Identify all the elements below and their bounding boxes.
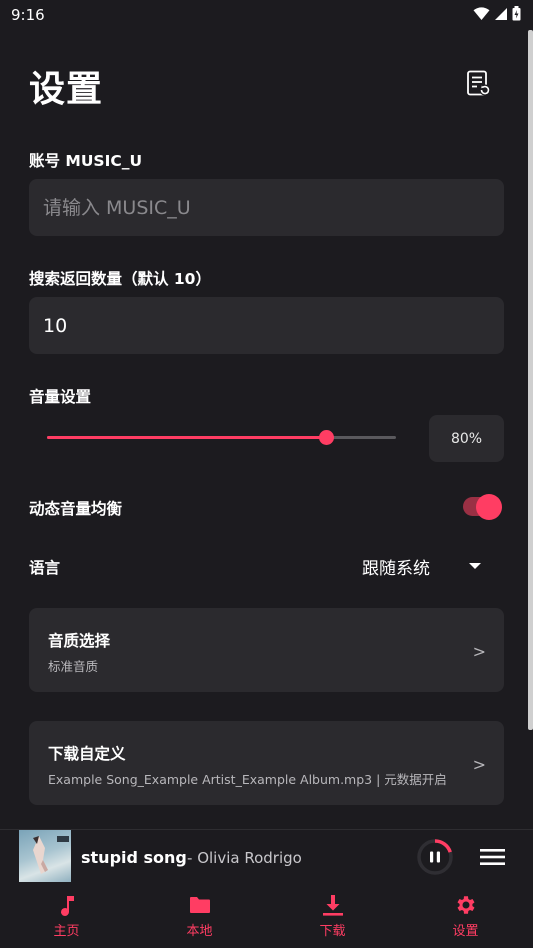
loudness-label: 动态音量均衡 bbox=[29, 500, 123, 518]
quality-card-title: 音质选择 bbox=[48, 632, 111, 650]
download-icon bbox=[322, 895, 343, 916]
scrollbar[interactable] bbox=[528, 30, 533, 730]
nav-label-settings: 设置 bbox=[452, 924, 479, 939]
download-card-title: 下载自定义 bbox=[48, 745, 126, 763]
nav-item-local[interactable]: 本地 bbox=[133, 885, 266, 948]
volume-slider[interactable] bbox=[47, 430, 396, 445]
bottom-nav: 主页 本地 下载 设置 bbox=[0, 885, 533, 948]
wifi-icon bbox=[473, 6, 490, 20]
nav-item-settings[interactable]: 设置 bbox=[399, 885, 532, 948]
nav-label-local: 本地 bbox=[186, 924, 213, 939]
volume-value: 80% bbox=[429, 415, 504, 462]
pause-icon[interactable] bbox=[416, 838, 454, 876]
language-label: 语言 bbox=[29, 559, 61, 577]
nav-label-download: 下载 bbox=[319, 924, 346, 939]
artist-name: Olivia Rodrigo bbox=[197, 849, 302, 867]
gear-icon bbox=[457, 896, 474, 914]
loudness-toggle-thumb[interactable] bbox=[476, 494, 502, 520]
album-art[interactable] bbox=[19, 830, 71, 882]
music-note-icon bbox=[60, 896, 74, 916]
nav-item-home[interactable]: 主页 bbox=[0, 885, 133, 948]
download-card[interactable]: 下载自定义 Example Song_Example Artist_Exampl… bbox=[29, 721, 504, 805]
document-refresh-icon[interactable] bbox=[466, 70, 492, 98]
nav-item-download[interactable]: 下载 bbox=[266, 885, 399, 948]
search-count-input[interactable] bbox=[29, 297, 504, 354]
playlist-queue-icon[interactable] bbox=[480, 847, 505, 867]
volume-slider-fill bbox=[47, 436, 327, 439]
song-title: stupid song bbox=[81, 848, 187, 867]
battery-icon bbox=[512, 6, 521, 21]
song-artist: - Olivia Rodrigo bbox=[187, 849, 302, 867]
download-card-subtitle: Example Song_Example Artist_Example Albu… bbox=[48, 772, 447, 787]
status-icons bbox=[473, 6, 521, 21]
music-u-input[interactable] bbox=[29, 179, 504, 236]
folder-icon bbox=[189, 897, 210, 913]
status-bar: 9:16 bbox=[0, 0, 533, 30]
account-label: 账号 MUSIC_U bbox=[29, 152, 143, 170]
chevron-down-icon[interactable] bbox=[469, 563, 481, 569]
signal-icon bbox=[495, 7, 507, 20]
volume-slider-thumb[interactable] bbox=[319, 430, 335, 445]
mini-player[interactable]: stupid song - Olivia Rodrigo bbox=[0, 829, 533, 885]
search-count-label: 搜索返回数量（默认 10） bbox=[29, 270, 211, 288]
artist-separator: - bbox=[187, 849, 198, 867]
quality-card-subtitle: 标准音质 bbox=[48, 659, 99, 674]
chevron-right-icon: > bbox=[472, 755, 486, 774]
language-dropdown[interactable]: 跟随系统 bbox=[362, 554, 430, 579]
status-time: 9:16 bbox=[11, 6, 45, 24]
nav-label-home: 主页 bbox=[53, 924, 80, 939]
volume-label: 音量设置 bbox=[29, 388, 92, 406]
page-title: 设置 bbox=[29, 69, 104, 110]
quality-card[interactable]: 音质选择 标准音质 > bbox=[29, 608, 504, 692]
chevron-right-icon: > bbox=[472, 642, 486, 661]
